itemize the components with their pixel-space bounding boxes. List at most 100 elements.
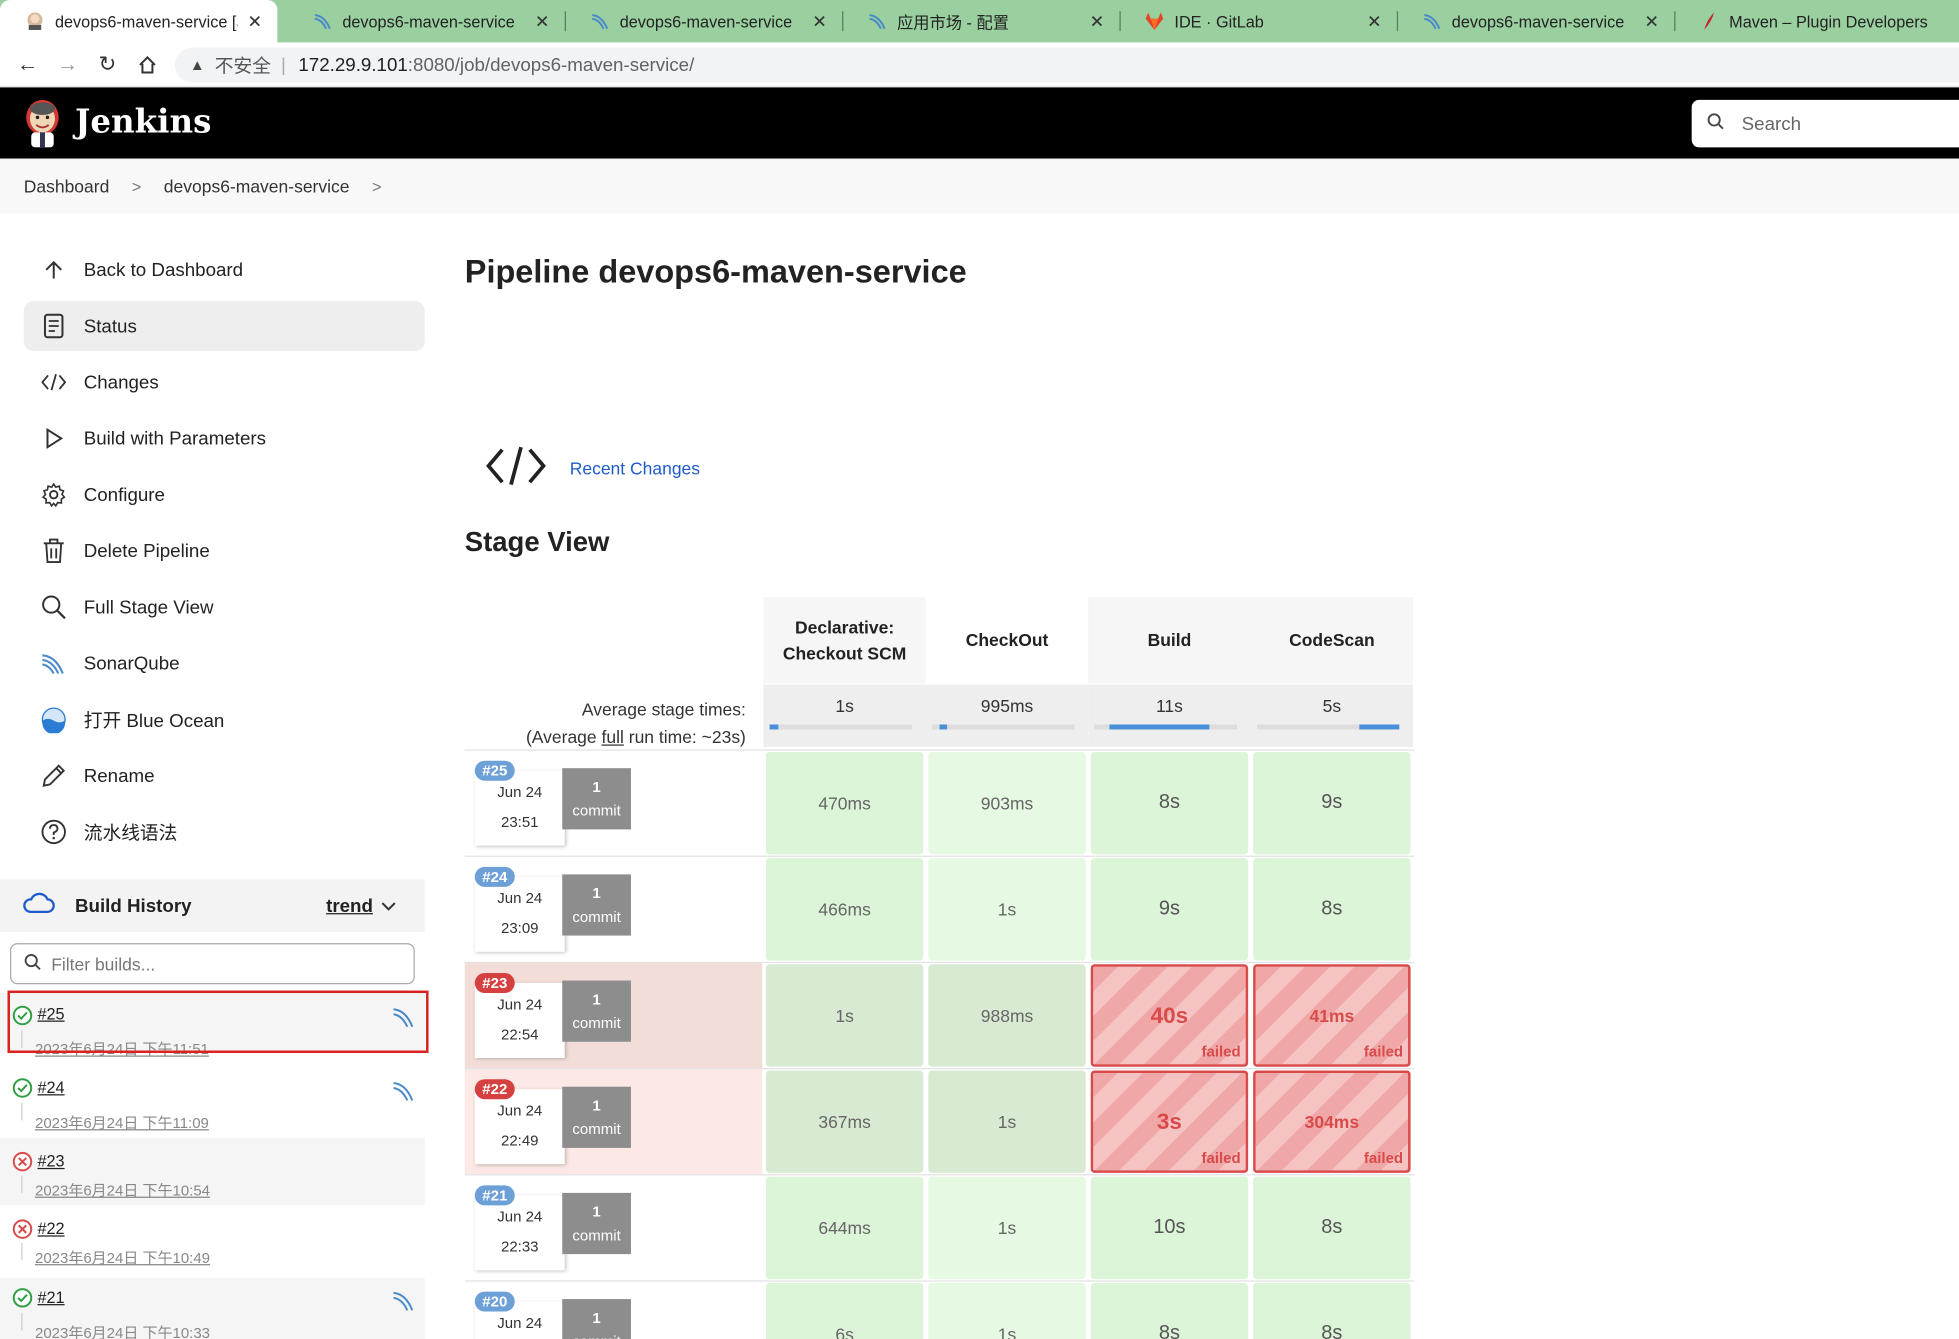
close-icon[interactable]: ✕ <box>1642 11 1662 32</box>
browser-tab[interactable]: IDE · GitLab ✕ <box>1119 0 1396 42</box>
commit-count-button[interactable]: 1 commit <box>562 768 631 830</box>
build-history-row[interactable]: #21 2023年6月24日 下午10:33 <box>0 1277 425 1339</box>
close-icon[interactable]: ✕ <box>810 11 830 32</box>
sidebar-item-blue-ocean[interactable]: 打开 Blue Ocean <box>24 694 425 744</box>
sidebar-item-delete-pipeline[interactable]: Delete Pipeline <box>24 526 425 576</box>
stage-cell[interactable]: 1s <box>928 858 1086 961</box>
build-history-row[interactable]: #24 2023年6月24日 下午11:09 <box>0 1064 425 1134</box>
commit-count-button[interactable]: 1 commit <box>562 980 631 1042</box>
sidebar-item-sonarqube[interactable]: SonarQube <box>24 638 425 688</box>
stage-cell[interactable]: 8s <box>1090 751 1249 855</box>
sidebar-item-build-with-parameters[interactable]: Build with Parameters <box>24 413 425 463</box>
sidebar-item-changes[interactable]: Changes <box>24 357 425 407</box>
run-card[interactable]: #21 Jun 24 22:33 1 commit <box>470 1183 631 1273</box>
run-number-badge[interactable]: #22 <box>474 1079 515 1100</box>
stage-cell[interactable]: 903ms <box>928 751 1086 855</box>
filter-builds-input[interactable]: Filter builds... <box>9 943 415 985</box>
stage-cell[interactable]: 8s <box>1253 1282 1411 1339</box>
run-card[interactable]: #25 Jun 24 23:51 1 commit <box>470 758 631 848</box>
sidebar-item-rename[interactable]: Rename <box>24 751 425 801</box>
stage-cell[interactable]: 1s <box>765 964 924 1067</box>
stage-cell[interactable]: 6s <box>765 1282 924 1339</box>
stage-cell[interactable]: 1s <box>928 1282 1086 1339</box>
browser-tab[interactable]: devops6-maven-service ✕ <box>565 0 842 42</box>
build-date-link[interactable]: 2023年6月24日 下午10:54 <box>35 1179 210 1200</box>
build-history-row[interactable]: #22 2023年6月24日 下午10:49 <box>0 1205 425 1272</box>
build-number-link[interactable]: #23 <box>37 1152 64 1171</box>
stage-cell-failed[interactable]: 304ms failed <box>1253 1070 1411 1173</box>
close-icon[interactable]: ✕ <box>532 11 552 32</box>
commit-count-button[interactable]: 1 commit <box>562 874 631 936</box>
back-arrow-icon[interactable]: ← <box>12 50 42 80</box>
close-icon[interactable]: ✕ <box>1364 11 1384 32</box>
stage-average: 5s <box>1250 684 1414 747</box>
commit-count-button[interactable]: 1 commit <box>562 1086 631 1148</box>
run-card[interactable]: #24 Jun 24 23:09 1 commit <box>470 864 631 954</box>
forward-arrow-icon[interactable]: → <box>52 50 82 80</box>
stage-cell[interactable]: 9s <box>1253 751 1411 855</box>
run-card[interactable]: #23 Jun 24 22:54 1 commit <box>470 971 631 1061</box>
build-date-link[interactable]: 2023年6月24日 下午10:49 <box>35 1247 210 1268</box>
search-input[interactable]: Search <box>1691 99 1959 148</box>
jenkins-title[interactable]: Jenkins <box>75 104 211 141</box>
run-card[interactable]: #22 Jun 24 22:49 1 commit <box>470 1077 631 1167</box>
close-icon[interactable]: ✕ <box>245 11 265 32</box>
run-number-badge[interactable]: #25 <box>474 760 515 781</box>
sonarqube-icon[interactable] <box>392 1289 414 1311</box>
browser-tab[interactable]: devops6-maven-service [Je ✕ <box>0 0 278 43</box>
commit-count-button[interactable]: 1 commit <box>562 1299 631 1339</box>
stage-cell[interactable]: 8s <box>1253 858 1411 961</box>
browser-tab[interactable]: devops6-maven-service ✕ <box>1397 0 1674 42</box>
recent-changes-link[interactable]: Recent Changes <box>570 458 700 478</box>
stage-cell-failed[interactable]: 3s failed <box>1090 1070 1249 1173</box>
address-bar[interactable]: ▲ 不安全 | 172.29.9.101 :8080/job/devops6-m… <box>174 47 1959 83</box>
sidebar-item-back-to-dashboard[interactable]: Back to Dashboard <box>24 245 425 295</box>
commit-count-button[interactable]: 1 commit <box>562 1192 631 1255</box>
sidebar-item-pipeline-syntax[interactable]: 流水线语法 <box>24 807 425 857</box>
stage-cell[interactable]: 1s <box>928 1070 1086 1173</box>
sidebar-item-status[interactable]: Status <box>23 301 425 351</box>
avg-label-line2a: (Average <box>525 726 602 747</box>
stage-cell[interactable]: 644ms <box>765 1176 924 1280</box>
stage-cell[interactable]: 466ms <box>765 858 924 961</box>
stage-cell[interactable]: 10s <box>1090 1176 1249 1280</box>
stage-cell[interactable]: 367ms <box>765 1070 924 1173</box>
home-icon[interactable] <box>132 50 162 80</box>
full-run-link[interactable]: full <box>602 727 624 747</box>
browser-tab[interactable]: devops6-maven-service ✕ <box>287 0 564 42</box>
breadcrumb-dashboard[interactable]: Dashboard <box>24 176 110 196</box>
run-number-badge[interactable]: #23 <box>474 973 515 994</box>
browser-tab[interactable]: 应用市场 - 配置 ✕ <box>842 0 1119 42</box>
build-number-link[interactable]: #22 <box>37 1219 64 1238</box>
browser-tab[interactable]: Maven – Plugin Developers <box>1674 0 1959 42</box>
sidebar-item-configure[interactable]: Configure <box>24 470 425 520</box>
sonarqube-icon[interactable] <box>392 1079 414 1101</box>
run-card[interactable]: #20 Jun 24 1 commit <box>470 1289 631 1339</box>
stage-cell-failed[interactable]: 40s failed <box>1090 964 1249 1067</box>
reload-icon[interactable]: ↻ <box>92 50 122 80</box>
stage-cell[interactable]: 9s <box>1090 858 1249 961</box>
run-number-badge[interactable]: #20 <box>474 1291 515 1312</box>
run-number-badge[interactable]: #24 <box>474 866 515 887</box>
code-icon[interactable] <box>486 443 546 488</box>
build-date-link[interactable]: 2023年6月24日 下午11:09 <box>35 1112 209 1133</box>
stage-cell[interactable]: 8s <box>1253 1176 1411 1280</box>
stage-cell[interactable]: 470ms <box>765 751 924 855</box>
sidebar-item-full-stage-view[interactable]: Full Stage View <box>24 582 425 632</box>
build-number-link[interactable]: #24 <box>37 1078 64 1097</box>
build-history-row[interactable]: #23 2023年6月24日 下午10:54 <box>0 1137 425 1206</box>
stage-cell[interactable]: 1s <box>928 1176 1086 1280</box>
jenkins-logo-icon[interactable] <box>21 97 63 148</box>
close-icon[interactable]: ✕ <box>1087 11 1107 32</box>
stage-duration: 10s <box>1153 1216 1186 1238</box>
stage-cell[interactable]: 988ms <box>928 964 1086 1067</box>
chevron-down-icon[interactable] <box>381 896 396 915</box>
build-number-link[interactable]: #21 <box>37 1288 64 1307</box>
stage-cell-failed[interactable]: 41ms failed <box>1253 964 1411 1067</box>
breadcrumb-job[interactable]: devops6-maven-service <box>164 176 350 196</box>
run-number-badge[interactable]: #21 <box>474 1185 515 1206</box>
stage-cell[interactable]: 8s <box>1090 1282 1249 1339</box>
build-date-link[interactable]: 2023年6月24日 下午10:33 <box>35 1322 210 1339</box>
chevron-right-icon[interactable]: > <box>372 177 381 196</box>
trend-link[interactable]: trend <box>326 895 373 916</box>
